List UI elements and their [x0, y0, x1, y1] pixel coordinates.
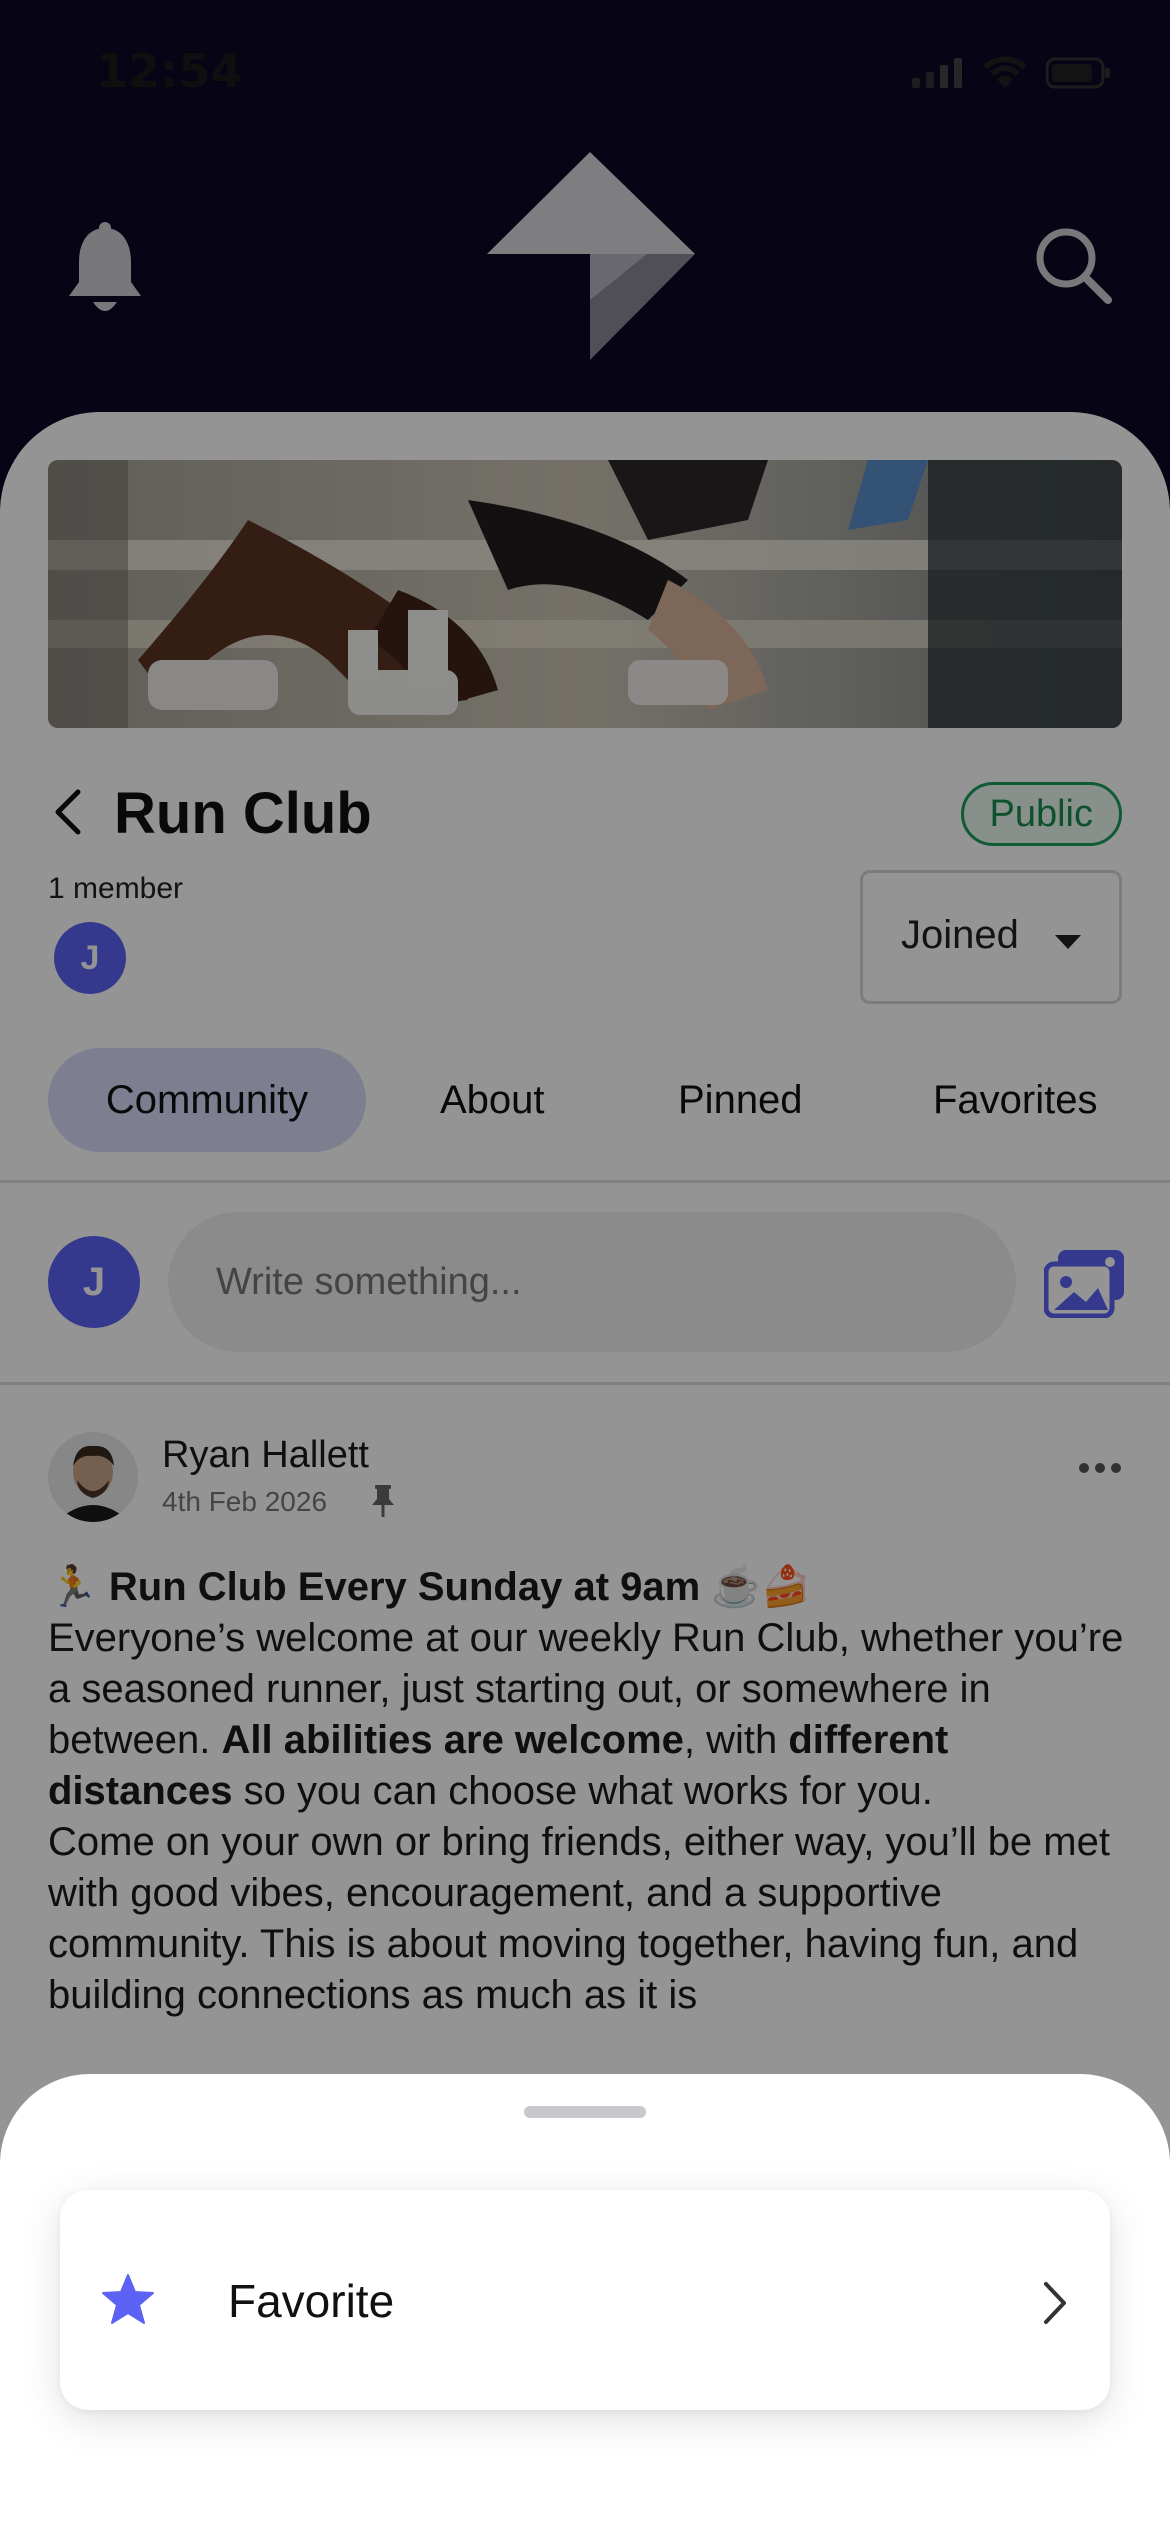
chevron-right-icon	[1044, 2282, 1066, 2324]
sheet-drag-handle[interactable]	[524, 2106, 646, 2118]
star-icon	[102, 2274, 154, 2324]
favorite-label: Favorite	[228, 2275, 395, 2327]
favorite-option[interactable]: Favorite	[60, 2190, 1110, 2410]
bottom-sheet: Favorite	[0, 2074, 1170, 2532]
